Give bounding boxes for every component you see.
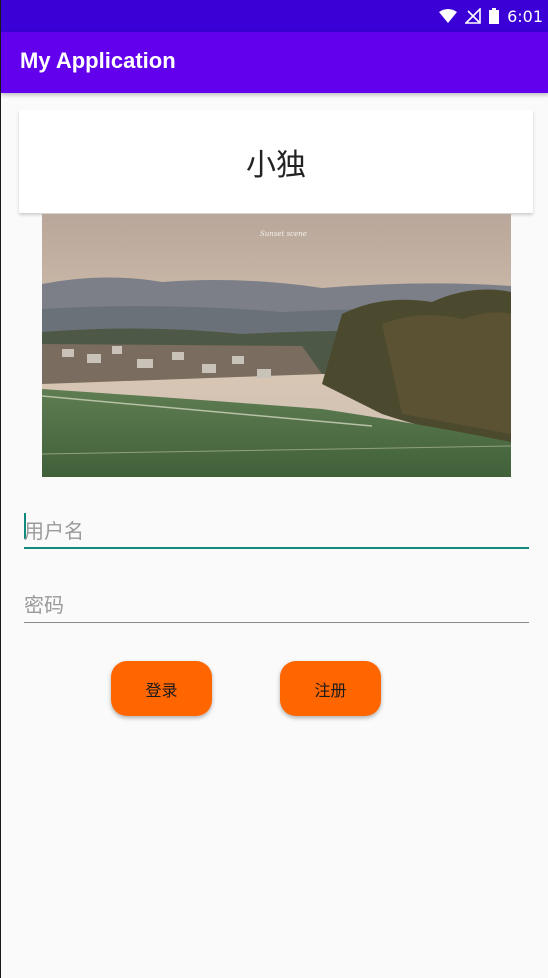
battery-icon <box>489 8 500 24</box>
register-button[interactable]: 注册 <box>280 661 381 716</box>
banner-caption: Sunset scene <box>260 230 307 238</box>
app-title: My Application <box>20 48 176 73</box>
username-placeholder: 用户名 <box>24 519 84 543</box>
status-time: 6:01 <box>507 6 543 26</box>
register-button-label: 注册 <box>314 680 347 700</box>
app-bar: My Application <box>1 32 548 93</box>
username-underline <box>24 547 529 549</box>
status-icons: 6:01 <box>439 0 543 32</box>
landscape-illustration: Sunset scene <box>42 214 511 477</box>
no-signal-icon <box>465 8 481 24</box>
login-button-label: 登录 <box>145 680 178 700</box>
landscape-image: Sunset scene <box>42 214 511 477</box>
login-button[interactable]: 登录 <box>111 661 212 716</box>
wifi-icon <box>439 9 458 23</box>
password-field[interactable]: 密码 <box>24 583 529 623</box>
password-placeholder: 密码 <box>24 593 64 617</box>
password-underline <box>24 622 529 623</box>
username-field[interactable]: 用户名 <box>24 509 529 549</box>
header-card: 小独 <box>19 110 533 213</box>
header-title: 小独 <box>246 147 306 183</box>
status-bar: 6:01 <box>1 0 548 32</box>
